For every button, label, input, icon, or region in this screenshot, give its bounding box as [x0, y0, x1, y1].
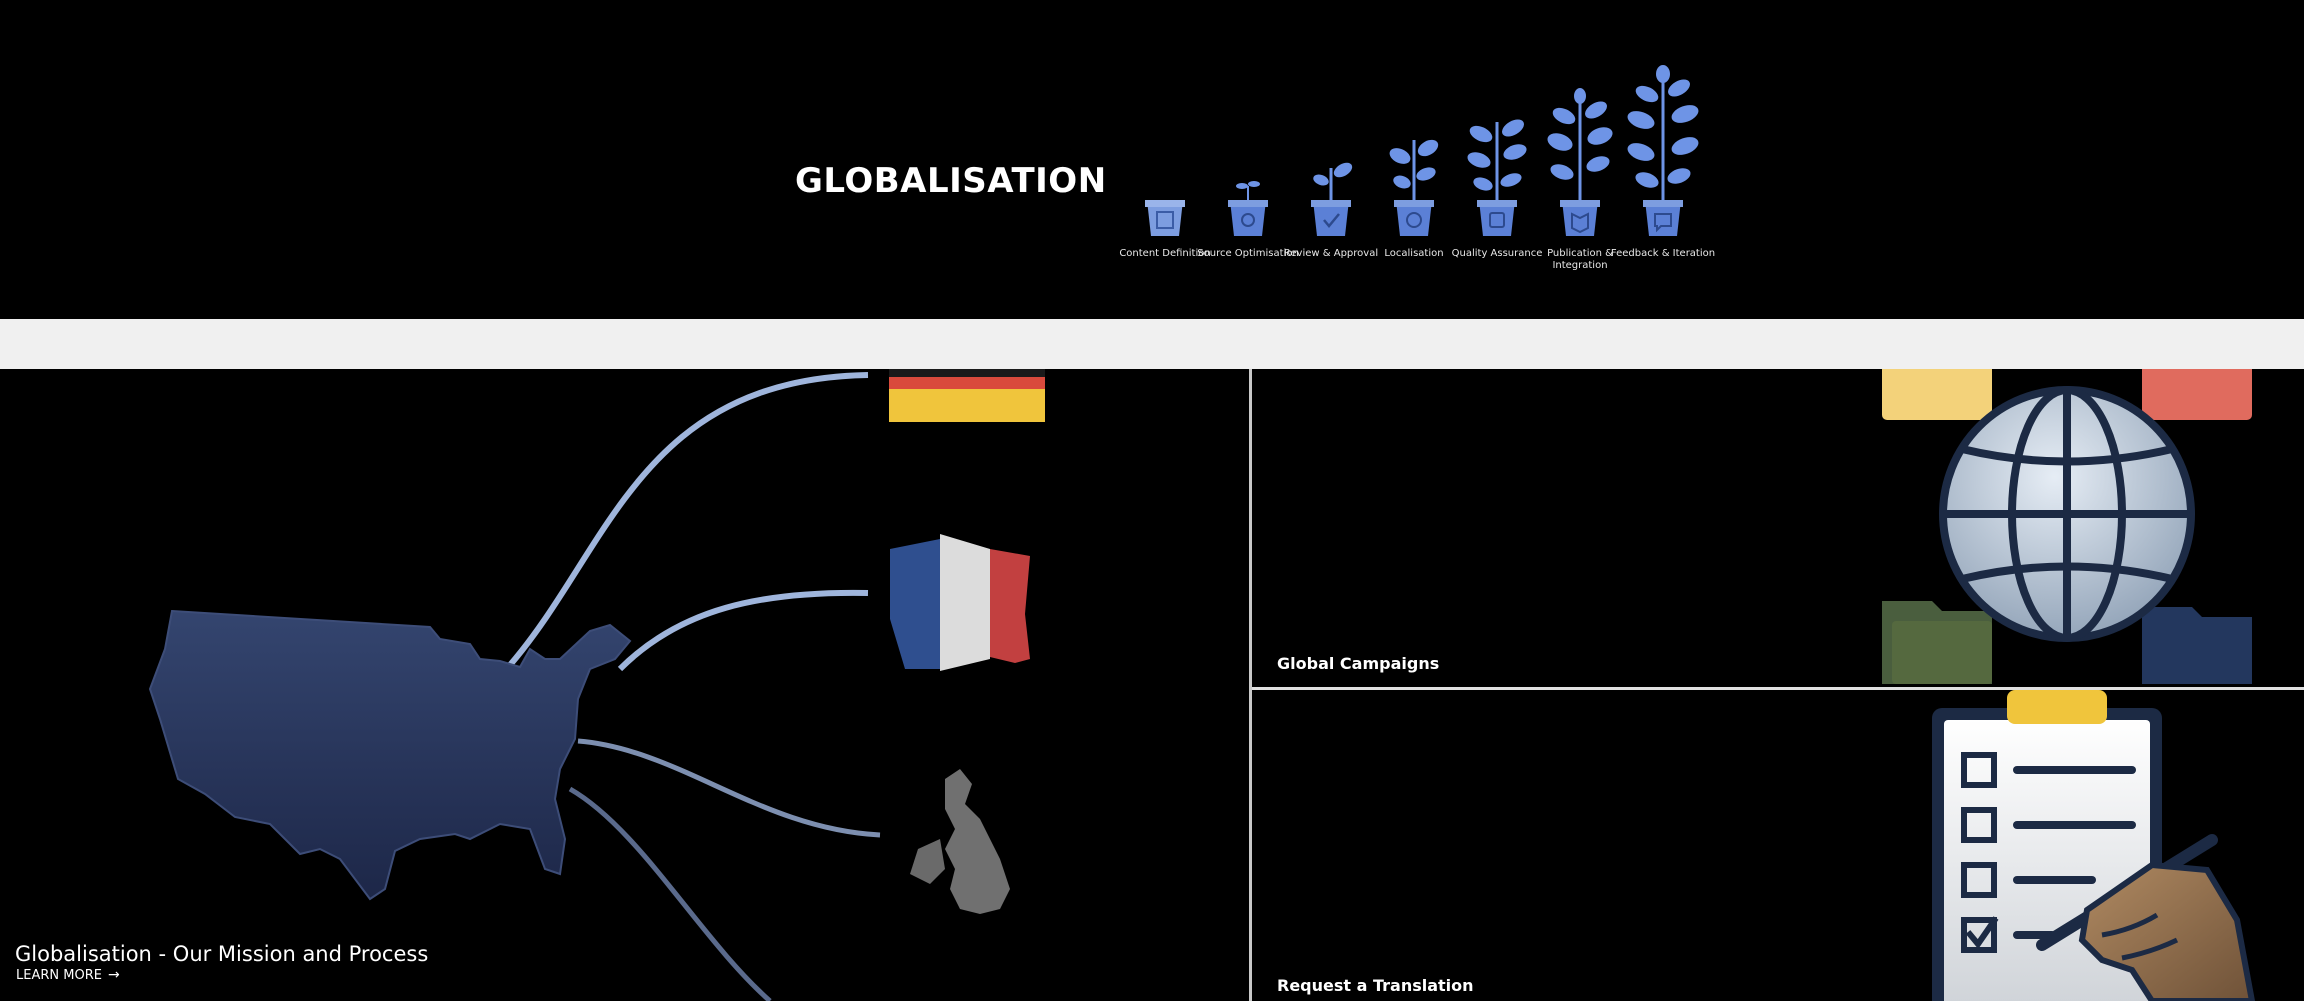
mission-title: Globalisation - Our Mission and Process — [15, 942, 429, 967]
folder-red-icon — [2142, 369, 2252, 420]
learn-more-link[interactable]: LEARN MORE → — [16, 967, 120, 983]
hero-title: GLOBALISATION — [795, 160, 1107, 201]
france-map-icon — [890, 534, 1030, 671]
folder-navy-icon — [2142, 607, 2252, 684]
globe-icon — [1939, 386, 2195, 642]
step-feedback-iteration: Feedback & Iteration — [1611, 0, 1715, 319]
arrow-right-icon: → — [107, 967, 120, 983]
learn-more-label: LEARN MORE — [16, 967, 102, 983]
step-label: Feedback & Iteration — [1610, 248, 1716, 259]
global-campaigns-title: Global Campaigns — [1277, 654, 1440, 674]
clipboard-checklist-illustration — [1932, 690, 2256, 1001]
folder-yellow-icon — [1882, 369, 1992, 420]
mission-tile[interactable]: Globalisation - Our Mission and Process … — [0, 369, 1249, 1001]
germany-flag-icon — [889, 369, 1045, 422]
hero-banner: GLOBALISATION Content Definition Source … — [0, 0, 2304, 319]
uk-map-icon — [910, 769, 1010, 914]
usa-map-icon — [148, 609, 632, 901]
request-translation-title: Request a Translation — [1277, 976, 1474, 996]
full-plant-pot-icon — [1627, 65, 1699, 236]
request-translation-tile[interactable]: Request a Translation — [1252, 690, 2304, 1001]
divider-band — [0, 319, 2304, 369]
global-campaigns-tile[interactable]: Global Campaigns — [1252, 369, 2304, 687]
folder-green-icon — [1882, 601, 1992, 684]
usa-connections-illustration — [148, 369, 1045, 1001]
globe-folders-illustration — [1882, 369, 2252, 684]
